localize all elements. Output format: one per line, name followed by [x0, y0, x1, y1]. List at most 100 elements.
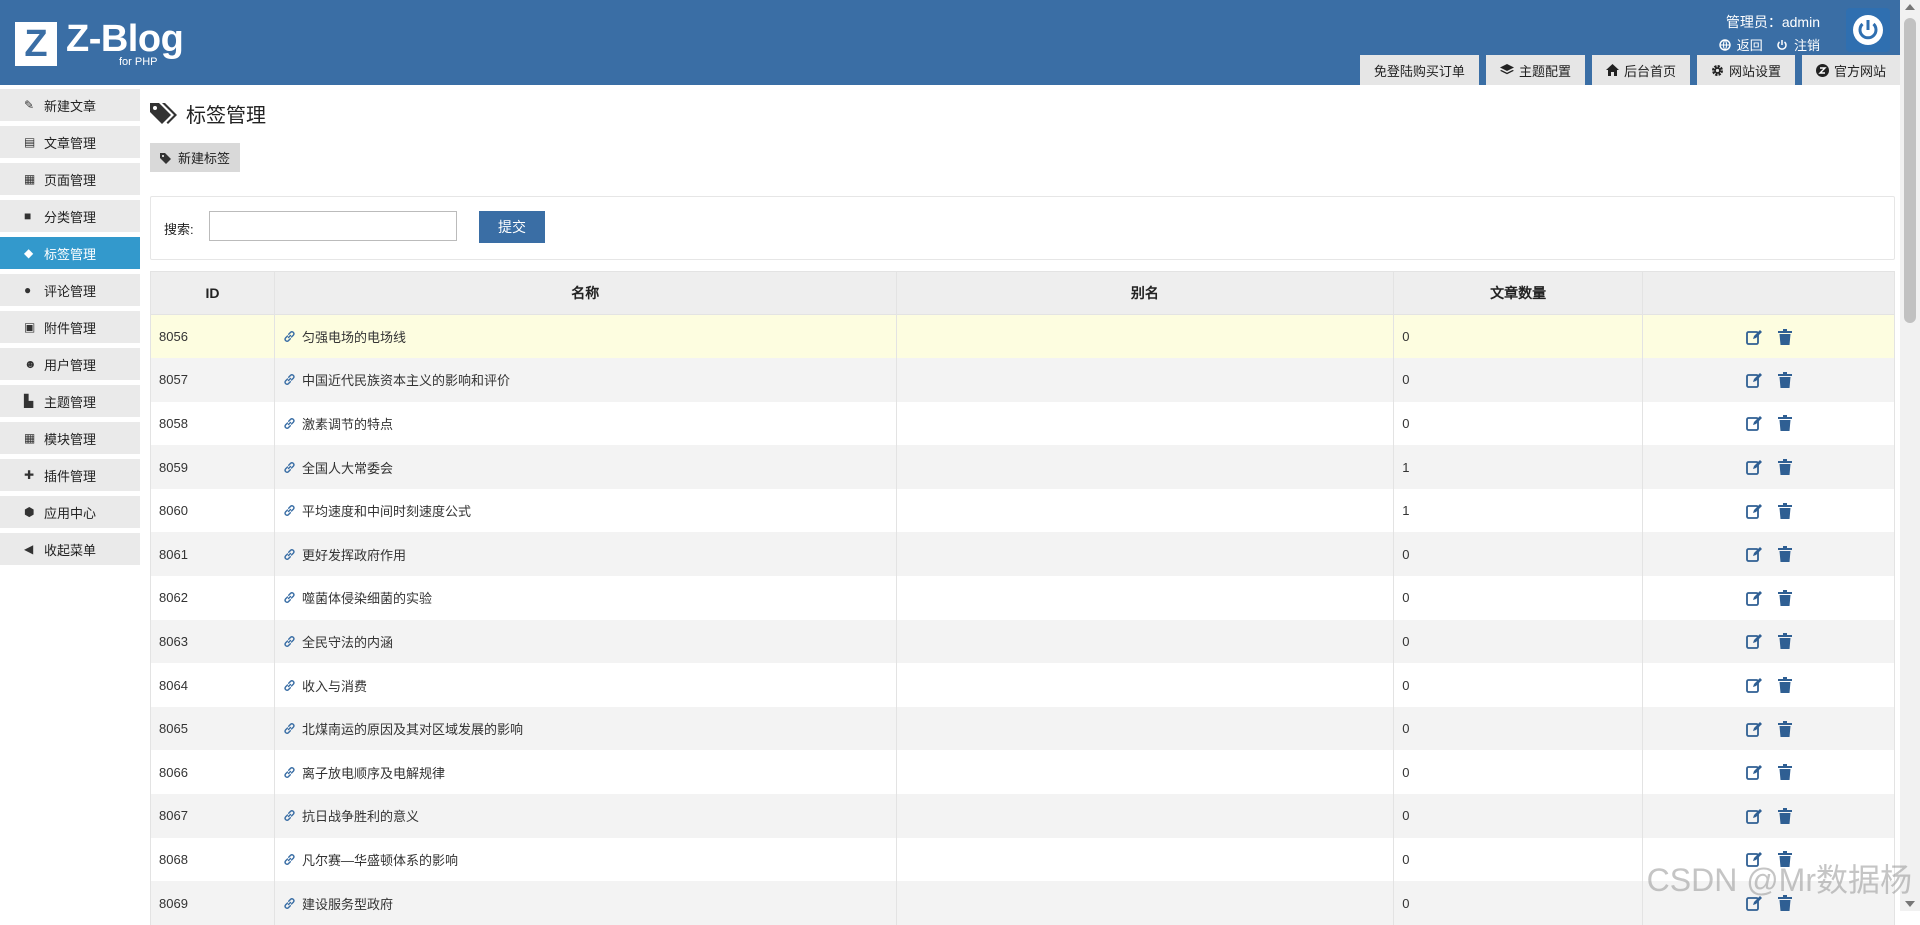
vertical-scrollbar[interactable] — [1900, 0, 1920, 911]
tab-site-settings[interactable]: 网站设置 — [1696, 55, 1795, 85]
edit-button[interactable] — [1745, 372, 1762, 388]
logout-link[interactable]: 注销 — [1776, 38, 1820, 53]
link-icon-wrap[interactable] — [283, 897, 296, 910]
tag-name[interactable]: 全民守法的内涵 — [302, 632, 393, 651]
link-icon-wrap[interactable] — [283, 461, 296, 474]
header-count[interactable]: 文章数量 — [1393, 271, 1644, 315]
delete-button[interactable] — [1777, 633, 1792, 650]
edit-button[interactable] — [1745, 721, 1762, 737]
link-icon-wrap[interactable] — [283, 548, 296, 561]
submit-button[interactable]: 提交 — [479, 211, 545, 243]
link-icon — [284, 766, 295, 778]
sidebar-item-collapse[interactable]: ◀ 收起菜单 — [0, 533, 140, 565]
delete-button[interactable] — [1777, 328, 1792, 345]
back-link[interactable]: 返回 — [1719, 38, 1766, 53]
delete-button[interactable] — [1777, 371, 1792, 388]
edit-icon — [1745, 372, 1762, 388]
scroll-down-arrow[interactable] — [1905, 901, 1915, 907]
tab-theme-config[interactable]: 主题配置 — [1485, 55, 1585, 85]
edit-button[interactable] — [1745, 633, 1762, 650]
sidebar-item-comments[interactable]: ● 评论管理 — [0, 274, 140, 306]
tag-name[interactable]: 全国人大常委会 — [302, 458, 393, 477]
sidebar-item-attachments[interactable]: ▣ 附件管理 — [0, 311, 140, 343]
cell-count: 0 — [1393, 576, 1644, 620]
link-icon-wrap[interactable] — [283, 373, 296, 386]
tag-name[interactable]: 离子放电顺序及电解规律 — [302, 763, 445, 782]
tag-name[interactable]: 抗日战争胜利的意义 — [302, 806, 419, 825]
link-icon-wrap[interactable] — [283, 330, 296, 343]
archive-icon: ▣ — [24, 320, 36, 334]
sidebar-item-app-center[interactable]: ⬢ 应用中心 — [0, 496, 140, 528]
delete-button[interactable] — [1777, 677, 1792, 694]
link-icon-wrap[interactable] — [283, 766, 296, 779]
link-icon-wrap[interactable] — [283, 504, 296, 517]
sidebar-item-pages[interactable]: ▦ 页面管理 — [0, 163, 140, 195]
tag-name[interactable]: 更好发挥政府作用 — [302, 545, 406, 564]
tag-name[interactable]: 匀强电场的电场线 — [302, 327, 406, 346]
sidebar-item-themes[interactable]: ▙ 主题管理 — [0, 385, 140, 417]
scroll-up-arrow[interactable] — [1905, 4, 1915, 10]
tag-name[interactable]: 凡尔赛—华盛顿体系的影响 — [302, 850, 458, 869]
edit-button[interactable] — [1745, 415, 1762, 432]
edit-button[interactable] — [1745, 764, 1762, 781]
tag-name[interactable]: 建设服务型政府 — [302, 894, 393, 913]
delete-button[interactable] — [1777, 589, 1792, 606]
edit-button[interactable] — [1745, 546, 1762, 563]
link-icon-wrap[interactable] — [283, 635, 296, 648]
tab-buy-order[interactable]: 免登陆购买订单 — [1359, 55, 1479, 85]
tag-name[interactable]: 噬菌体侵染细菌的实验 — [302, 588, 432, 607]
power-button[interactable] — [1846, 8, 1890, 52]
globe-icon — [1719, 39, 1731, 51]
edit-button[interactable] — [1745, 590, 1762, 606]
tags-icon — [150, 102, 177, 124]
tag-name[interactable]: 北煤南运的原因及其对区域发展的影响 — [302, 719, 523, 738]
delete-button[interactable] — [1777, 546, 1792, 563]
cell-alias — [895, 445, 1395, 489]
cell-name: 全国人大常委会 — [273, 445, 897, 489]
edit-button[interactable] — [1745, 677, 1762, 693]
sidebar-item-tags[interactable]: ◆ 标签管理 — [0, 237, 140, 269]
cell-name: 中国近代民族资本主义的影响和评价 — [273, 358, 897, 402]
search-input[interactable] — [209, 211, 457, 241]
table-row: 8058 激素调节的特点 0 — [150, 401, 1895, 446]
sidebar-item-label: 分类管理 — [44, 209, 97, 225]
link-icon-wrap[interactable] — [283, 722, 296, 735]
scroll-thumb[interactable] — [1904, 18, 1916, 323]
tag-name[interactable]: 中国近代民族资本主义的影响和评价 — [302, 370, 510, 389]
delete-button[interactable] — [1777, 807, 1792, 824]
link-icon-wrap[interactable] — [283, 591, 296, 604]
header-id[interactable]: ID — [150, 271, 275, 315]
edit-button[interactable] — [1745, 329, 1762, 345]
header-alias[interactable]: 别名 — [895, 271, 1395, 315]
link-icon-wrap[interactable] — [283, 679, 296, 692]
sidebar-item-modules[interactable]: ▦ 模块管理 — [0, 422, 140, 454]
edit-button[interactable] — [1745, 503, 1762, 519]
table-row: 8056 匀强电场的电场线 0 — [150, 314, 1895, 359]
link-icon-wrap[interactable] — [283, 417, 296, 430]
delete-button[interactable] — [1777, 764, 1792, 781]
tab-admin-home[interactable]: 后台首页 — [1591, 55, 1690, 85]
tag-name[interactable]: 激素调节的特点 — [302, 414, 393, 433]
new-tag-button[interactable]: 新建标签 — [150, 143, 241, 172]
tab-official-site[interactable]: 官方网站 — [1801, 55, 1900, 85]
article-count: 0 — [1402, 764, 1410, 780]
tag-name[interactable]: 收入与消费 — [302, 676, 367, 695]
edit-icon — [1745, 590, 1762, 606]
link-icon-wrap[interactable] — [283, 809, 296, 822]
delete-button[interactable] — [1777, 502, 1792, 519]
edit-button[interactable] — [1745, 808, 1762, 824]
delete-button[interactable] — [1777, 415, 1792, 432]
sidebar-item-users[interactable]: ☻ 用户管理 — [0, 348, 140, 380]
article-count: 1 — [1402, 503, 1410, 519]
delete-button[interactable] — [1777, 459, 1792, 476]
sidebar-item-categories[interactable]: ■ 分类管理 — [0, 200, 140, 232]
sidebar-item-new-article[interactable]: ✎ 新建文章 — [0, 89, 140, 121]
delete-button[interactable] — [1777, 720, 1792, 737]
edit-icon — [1745, 721, 1762, 737]
edit-button[interactable] — [1745, 459, 1762, 475]
header-name[interactable]: 名称 — [273, 271, 897, 315]
link-icon-wrap[interactable] — [283, 853, 296, 866]
tag-name[interactable]: 平均速度和中间时刻速度公式 — [302, 501, 471, 520]
sidebar-item-plugins[interactable]: ✚ 插件管理 — [0, 459, 140, 491]
sidebar-item-articles[interactable]: ▤ 文章管理 — [0, 126, 140, 158]
